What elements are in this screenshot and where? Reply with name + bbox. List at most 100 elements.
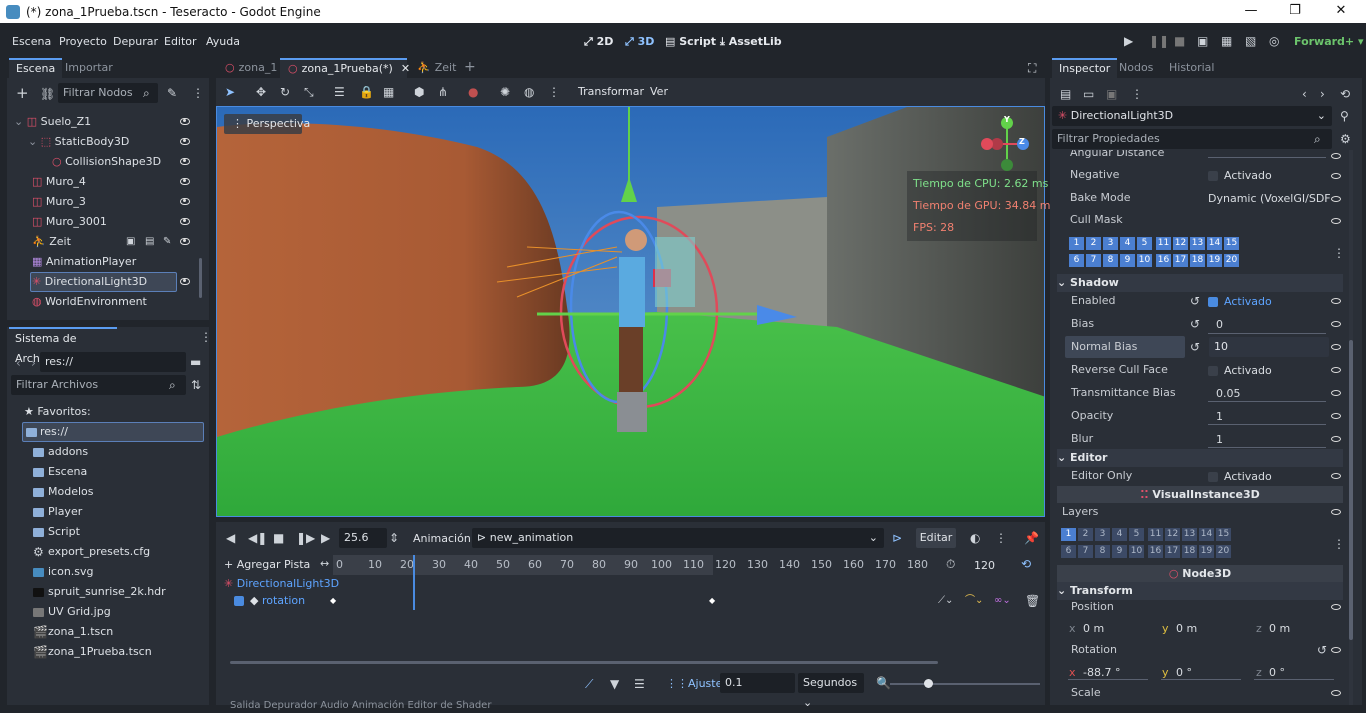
- layer-button[interactable]: 14: [1207, 237, 1222, 250]
- layer-button[interactable]: 4: [1120, 237, 1135, 250]
- filter-icon[interactable]: ▼: [610, 677, 619, 691]
- move-tool-icon[interactable]: ✥: [256, 85, 266, 99]
- tree-item-animationplayer[interactable]: ▦ AnimationPlayer: [32, 252, 182, 272]
- rotation-x-slider[interactable]: [1068, 679, 1148, 680]
- list-icon[interactable]: ☰: [634, 677, 645, 691]
- play-custom-scene-icon[interactable]: ▧: [1245, 34, 1256, 48]
- visibility-eye-icon[interactable]: [180, 198, 190, 205]
- update-mode-icon[interactable]: ⟋⌄: [938, 594, 953, 608]
- add-tab-icon[interactable]: +: [464, 60, 476, 74]
- more-menu-icon[interactable]: ⋮: [192, 86, 204, 100]
- visibility-eye-icon[interactable]: [180, 138, 190, 145]
- layer-button[interactable]: 9: [1112, 545, 1127, 558]
- revert-icon[interactable]: [1331, 690, 1341, 696]
- resize-icon[interactable]: ↔: [320, 557, 329, 571]
- revert-property-icon[interactable]: ↺: [1190, 294, 1200, 308]
- timeline-ruler[interactable]: 0 10 20 30 40 50 60 70 80 90 100 110 120…: [333, 555, 935, 575]
- object-history-icon[interactable]: ⟲: [1340, 87, 1350, 101]
- fs-item-export-presets[interactable]: export_presets.cfg: [48, 542, 150, 562]
- revert-icon[interactable]: [1331, 298, 1341, 304]
- workspace-3d-button[interactable]: ⤢ 3D: [625, 35, 654, 49]
- menu-editor[interactable]: Editor: [164, 35, 197, 48]
- opacity-slider[interactable]: [1208, 424, 1326, 425]
- snap-icon[interactable]: ⋔: [438, 85, 448, 99]
- movie-maker-icon[interactable]: ◎: [1269, 34, 1279, 48]
- perspective-menu[interactable]: ⋮ Perspectiva: [232, 117, 310, 130]
- layer-button[interactable]: 6: [1069, 254, 1084, 267]
- blur-slider[interactable]: [1208, 447, 1326, 448]
- revert-icon[interactable]: [1331, 196, 1341, 202]
- tab-nodos[interactable]: Nodos: [1112, 58, 1160, 78]
- position-z[interactable]: 0 m: [1269, 622, 1290, 635]
- sun-icon[interactable]: ✺: [500, 85, 510, 99]
- stop-icon[interactable]: ■: [1174, 34, 1185, 48]
- renderer-select[interactable]: Forward+ ▾: [1294, 35, 1364, 48]
- add-track-button[interactable]: + Agregar Pista: [224, 557, 332, 573]
- normal-bias-input[interactable]: 10: [1209, 337, 1329, 357]
- animation-length[interactable]: 120: [974, 559, 995, 572]
- play-scene-icon[interactable]: ▦: [1221, 34, 1232, 48]
- tab-importar[interactable]: Importar: [58, 58, 120, 78]
- more-menu-icon[interactable]: ⋮: [995, 531, 1007, 545]
- tab-escena[interactable]: Escena: [9, 58, 63, 78]
- play-icon[interactable]: ▶: [1124, 34, 1133, 48]
- scene-tab-zeit[interactable]: ⛹ Zeit: [412, 58, 462, 78]
- bottom-panel-tabs[interactable]: Salida Depurador Audio Animación Editor …: [230, 700, 491, 711]
- tree-item-staticbody[interactable]: ⌄ ⬚ StaticBody3D: [28, 132, 193, 152]
- visibility-eye-icon[interactable]: [180, 238, 190, 245]
- workspace-assetlib-button[interactable]: ⤓ AssetLib: [720, 35, 782, 49]
- tree-item-directionallight[interactable]: ✳ DirectionalLight3D: [32, 272, 182, 292]
- revert-icon[interactable]: [1331, 321, 1341, 327]
- animation-menu[interactable]: Animación: [413, 532, 471, 545]
- attach-script-icon[interactable]: ✎: [167, 86, 177, 100]
- layer-button[interactable]: 17: [1165, 545, 1180, 558]
- revert-icon[interactable]: [1331, 604, 1341, 610]
- opacity-value[interactable]: 1: [1216, 410, 1223, 423]
- bias-slider[interactable]: [1208, 333, 1326, 334]
- more-menu-icon[interactable]: ⋮: [200, 330, 212, 344]
- nav-gizmo-neg-x-dot[interactable]: [981, 138, 993, 150]
- tree-item-muro3[interactable]: ◫ Muro_3: [32, 192, 182, 212]
- keyframe[interactable]: ◆: [709, 596, 715, 605]
- bake-mode-select[interactable]: Dynamic (VoxelGI/SDFGI): [1208, 192, 1330, 205]
- revert-property-icon[interactable]: ↺: [1317, 643, 1327, 657]
- pin-icon[interactable]: 📌: [1024, 531, 1039, 545]
- fs-item-addons[interactable]: addons: [48, 442, 88, 462]
- play-from-start-icon[interactable]: ❚▶: [296, 531, 315, 545]
- layer-button[interactable]: 5: [1129, 528, 1144, 541]
- distraction-free-icon[interactable]: ⛶: [1028, 61, 1036, 75]
- menu-proyecto[interactable]: Proyecto: [59, 35, 107, 48]
- layer-button[interactable]: 16: [1148, 545, 1163, 558]
- revert-icon[interactable]: [1331, 218, 1341, 224]
- animation-time-input[interactable]: 25.6: [339, 528, 387, 548]
- rotation-z[interactable]: 0 °: [1269, 666, 1285, 679]
- layer-button[interactable]: 1: [1069, 237, 1084, 250]
- link-icon[interactable]: ⛓: [40, 87, 55, 101]
- layer-button[interactable]: 2: [1086, 237, 1101, 250]
- fs-item-zona1[interactable]: zona_1.tscn: [48, 622, 113, 642]
- onion-skin-icon[interactable]: ◐: [970, 531, 980, 545]
- checkbox[interactable]: [1208, 171, 1218, 181]
- track-property[interactable]: ◆ rotation: [234, 591, 305, 611]
- maximize-button[interactable]: ❐: [1272, 0, 1318, 23]
- revert-property-icon[interactable]: ↺: [1190, 317, 1200, 331]
- position-y[interactable]: 0 m: [1176, 622, 1197, 635]
- layer-button[interactable]: 20: [1216, 545, 1231, 558]
- scene-tab-zona1prueba[interactable]: ○ zona_1Prueba(*) ✕: [280, 58, 410, 78]
- back-icon[interactable]: ‹: [16, 356, 21, 370]
- loop-wrap-icon[interactable]: ∞⌄: [994, 594, 1011, 608]
- tree-item-suelo[interactable]: ⌄ ◫ Suelo_Z1: [14, 112, 194, 132]
- play-icon[interactable]: ▶: [321, 531, 330, 545]
- select-tool-icon[interactable]: ➤: [225, 85, 235, 99]
- layer-button[interactable]: 9: [1120, 254, 1135, 267]
- animation-icon[interactable]: ▤: [145, 235, 154, 249]
- layer-button[interactable]: 10: [1137, 254, 1152, 267]
- fs-item-hdr[interactable]: spruit_sunrise_2k.hdr: [48, 582, 166, 602]
- revert-icon[interactable]: [1331, 153, 1341, 159]
- revert-icon[interactable]: [1331, 390, 1341, 396]
- layer-button[interactable]: 11: [1148, 528, 1163, 541]
- scene-tab-zona1[interactable]: ○ zona_1: [218, 58, 278, 78]
- tree-item-zeit[interactable]: ⛹ Zeit: [32, 232, 132, 252]
- revert-icon[interactable]: [1331, 173, 1341, 179]
- filter-files-input[interactable]: Filtrar Archivos: [11, 375, 186, 395]
